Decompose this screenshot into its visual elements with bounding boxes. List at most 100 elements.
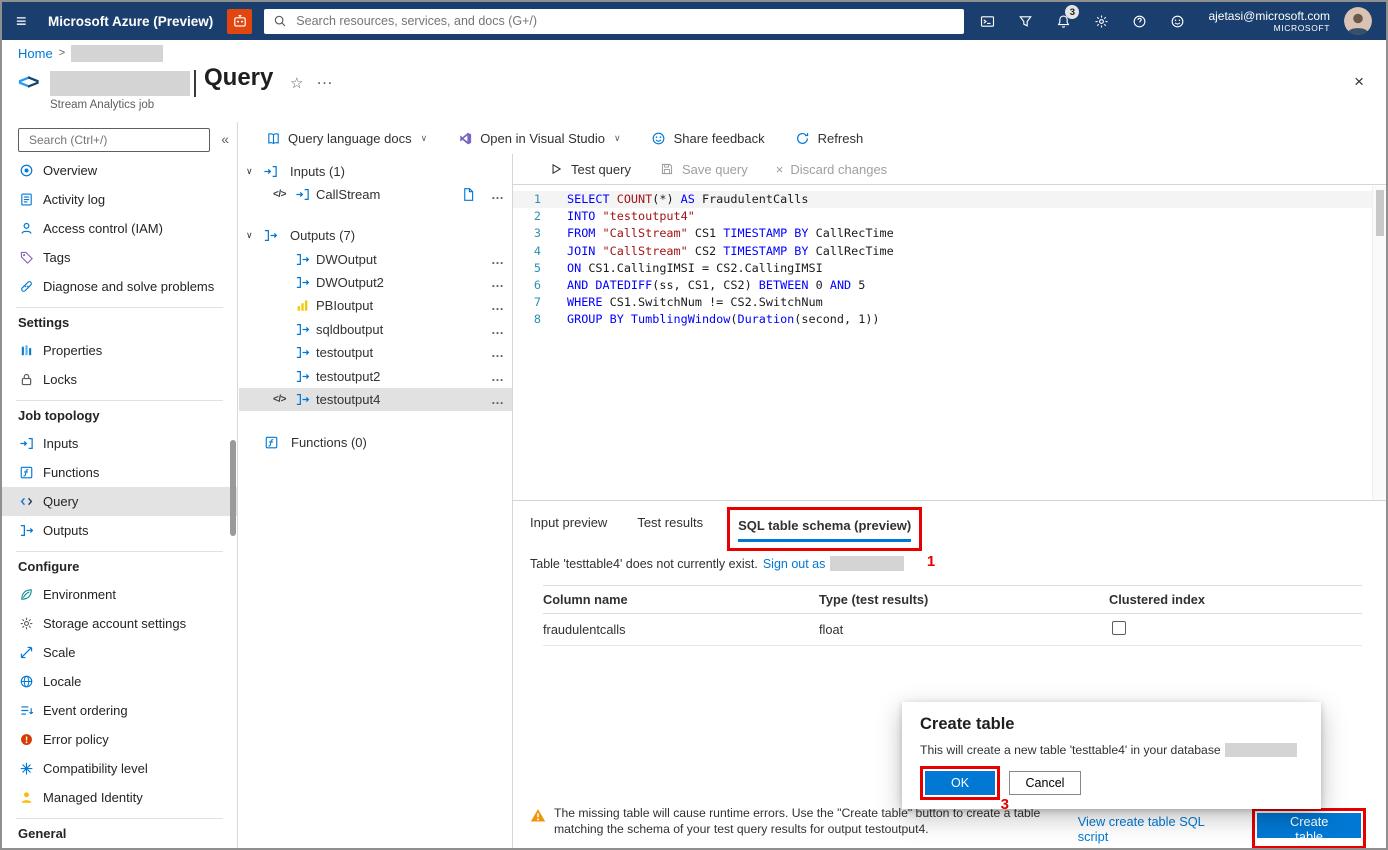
portal-title[interactable]: Microsoft Azure (Preview) [48, 14, 213, 29]
feedback-icon[interactable] [1162, 6, 1192, 36]
sidebar-item-tags[interactable]: Tags [2, 243, 237, 272]
header-type: Type (test results) [819, 592, 1109, 607]
command-refresh[interactable]: Refresh [795, 130, 864, 146]
sign-out-link[interactable]: Sign out as [763, 557, 826, 571]
settings-gear-icon[interactable] [1086, 6, 1116, 36]
command-open-in-visual-studio[interactable]: Open in Visual Studio∨ [457, 130, 620, 146]
editor-scrollbar-thumb[interactable] [1376, 190, 1384, 236]
sidebar-item-locale[interactable]: Locale [2, 667, 237, 696]
breadcrumb-home-link[interactable]: Home [18, 46, 53, 61]
query-code-editor[interactable]: 1SELECT COUNT(*) AS FraudulentCalls2INTO… [513, 186, 1372, 501]
directory-filter-icon[interactable] [1010, 6, 1040, 36]
more-options-icon[interactable]: … [491, 252, 504, 267]
sidebar-item-diagnose-and-solve-problems[interactable]: Diagnose and solve problems [2, 272, 237, 301]
favorite-star-icon[interactable]: ☆ [290, 74, 303, 92]
tree-inputs-header[interactable]: ∨ Inputs (1) [239, 160, 512, 183]
clustered-index-checkbox[interactable] [1112, 621, 1126, 635]
save-query-button[interactable]: Save query [659, 161, 748, 177]
tree-item-testoutput4[interactable]: </>testoutput4… [239, 388, 512, 411]
editor-scrollbar[interactable] [1372, 186, 1386, 501]
tree-item-pbioutput[interactable]: PBIoutput… [239, 294, 512, 317]
code-line: 4JOIN "CallStream" CS2 TIMESTAMP BY Call… [513, 243, 1372, 260]
sidebar-search-input[interactable] [27, 132, 201, 148]
command-query-language-docs[interactable]: Query language docs∨ [265, 130, 427, 146]
output-icon [294, 251, 310, 267]
view-create-table-sql-script-link[interactable]: View create table SQL script [1078, 814, 1239, 844]
code-line: 6AND DATEDIFF(ss, CS1, CS2) BETWEEN 0 AN… [513, 277, 1372, 294]
account-info[interactable]: ajetasi@microsoft.com MICROSOFT [1208, 9, 1330, 34]
chevron-down-icon[interactable]: ∨ [246, 166, 256, 177]
active-tab-underline [738, 539, 911, 542]
notifications-bell-icon[interactable]: 3 [1048, 6, 1078, 36]
code-token: "CallStream" [603, 226, 688, 240]
sidebar-item-inputs[interactable]: Inputs [2, 429, 237, 458]
sidebar-item-overview[interactable]: Overview [2, 156, 237, 185]
tree-item-testoutput2[interactable]: testoutput2… [239, 364, 512, 387]
sidebar-item-error-policy[interactable]: Error policy [2, 725, 237, 754]
close-blade-icon[interactable]: × [1354, 72, 1364, 92]
sidebar-item-storage-account-settings[interactable]: Storage account settings [2, 609, 237, 638]
functions-icon [263, 435, 279, 451]
tree-item-testoutput[interactable]: testoutput… [239, 341, 512, 364]
chevron-down-icon[interactable]: ∨ [246, 230, 256, 241]
title-divider [194, 70, 196, 97]
more-options-icon[interactable]: … [491, 187, 504, 202]
more-options-icon[interactable]: … [491, 322, 504, 337]
ok-button[interactable]: OK [925, 771, 995, 795]
discard-changes-button[interactable]: × Discard changes [776, 162, 887, 177]
global-search-box[interactable] [264, 9, 964, 34]
sidebar-search-box[interactable] [18, 128, 210, 152]
command-share-feedback[interactable]: Share feedback [651, 130, 765, 146]
more-options-icon[interactable]: … [491, 345, 504, 360]
sidebar-collapse-icon[interactable]: « [221, 131, 229, 147]
sidebar-item-compatibility-level[interactable]: Compatibility level [2, 754, 237, 783]
test-query-button[interactable]: Test query [548, 161, 631, 177]
global-search-input[interactable] [294, 13, 956, 29]
sidebar-item-locks[interactable]: Locks [2, 365, 237, 394]
sidebar-item-activity-log[interactable]: Activity log [2, 185, 237, 214]
help-icon[interactable] [1124, 6, 1154, 36]
tab-sql-table-schema-preview[interactable]: SQL table schema (preview) [738, 514, 911, 542]
hamburger-menu-icon[interactable]: ≡ [16, 11, 38, 32]
sidebar-item-query[interactable]: Query [2, 487, 237, 516]
code-token: WHERE [567, 295, 610, 309]
tab-input-preview[interactable]: Input preview [530, 511, 607, 530]
document-icon[interactable] [460, 186, 476, 202]
create-table-button[interactable]: Create table [1257, 813, 1361, 838]
sidebar-scrollbar-thumb[interactable] [230, 440, 236, 536]
warning-icon [530, 807, 546, 823]
annotation-step-1: 1 [927, 553, 935, 570]
sidebar-item-environment[interactable]: Environment [2, 580, 237, 609]
preview-robot-tile[interactable] [227, 9, 252, 34]
code-token: "testoutput4" [603, 209, 695, 223]
more-options-icon[interactable]: … [491, 298, 504, 313]
play-icon [548, 161, 564, 177]
more-options-icon[interactable]: … [491, 275, 504, 290]
more-options-icon[interactable]: … [491, 392, 504, 407]
section-title-configure: Configure [2, 552, 237, 580]
sidebar-item-functions[interactable]: Functions [2, 458, 237, 487]
sidebar-item-access-control-iam[interactable]: Access control (IAM) [2, 214, 237, 243]
sidebar-item-scale[interactable]: Scale [2, 638, 237, 667]
sidebar-item-event-ordering[interactable]: Event ordering [2, 696, 237, 725]
cancel-button[interactable]: Cancel [1009, 771, 1081, 795]
sidebar-item-outputs[interactable]: Outputs [2, 516, 237, 545]
locale-icon [18, 674, 34, 690]
cloud-shell-icon[interactable] [972, 6, 1002, 36]
tree-item-dwoutput2[interactable]: DWOutput2… [239, 271, 512, 294]
tree-item-callstream[interactable]: </>CallStream… [239, 183, 512, 206]
section-title-job-topology: Job topology [2, 401, 237, 429]
more-options-icon[interactable]: … [491, 369, 504, 384]
sidebar-item-properties[interactable]: Properties [2, 336, 237, 365]
avatar[interactable] [1344, 7, 1372, 35]
tree-item-dwoutput[interactable]: DWOutput… [239, 247, 512, 270]
spacer [239, 411, 512, 431]
tab-test-results[interactable]: Test results [637, 511, 703, 530]
sidebar-item-label: Functions [43, 465, 99, 480]
sidebar-item-managed-identity[interactable]: Managed Identity [2, 783, 237, 812]
blade-more-options-icon[interactable]: … [316, 69, 333, 89]
code-token: CallRecTime [816, 226, 894, 240]
tree-functions-header[interactable]: Functions (0) [239, 431, 512, 454]
tree-outputs-header[interactable]: ∨ Outputs (7) [239, 224, 512, 247]
tree-item-sqldboutput[interactable]: sqldboutput… [239, 318, 512, 341]
